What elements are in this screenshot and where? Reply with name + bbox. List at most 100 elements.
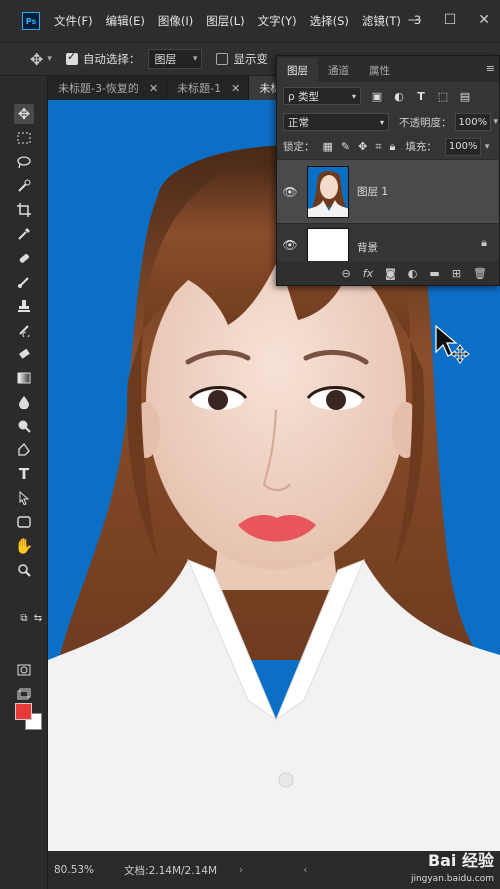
- lasso-icon[interactable]: [14, 152, 34, 172]
- link-layers-icon[interactable]: ⊖: [342, 267, 351, 280]
- foreground-color-swatch[interactable]: [15, 703, 32, 720]
- zoom-level[interactable]: 80.53%: [54, 864, 94, 876]
- shape-icon[interactable]: [14, 512, 34, 532]
- eye-icon[interactable]: 👁︎: [277, 185, 303, 199]
- window-controls: — ☐ ✕: [408, 12, 490, 28]
- tab-document-1[interactable]: 未标题-1 ✕: [167, 76, 250, 100]
- chevron-left-icon[interactable]: ‹: [303, 864, 307, 876]
- zoom-icon[interactable]: [14, 560, 34, 580]
- quick-select-icon[interactable]: [14, 176, 34, 196]
- tab-properties[interactable]: 属性: [359, 58, 400, 82]
- healing-icon[interactable]: [14, 248, 34, 268]
- opacity-input[interactable]: 100%: [454, 113, 491, 131]
- eye-icon[interactable]: 👁︎: [277, 238, 303, 252]
- menu-filter[interactable]: 滤镜(T): [362, 13, 401, 29]
- filter-pixel-icon[interactable]: ▣: [371, 90, 383, 103]
- add-mask-icon[interactable]: ◙: [385, 267, 396, 280]
- lock-all-icon[interactable]: 🔒︎: [390, 140, 396, 154]
- group-folder-icon[interactable]: ▬: [429, 267, 439, 280]
- fill-input[interactable]: 100%: [444, 137, 481, 156]
- menu-file[interactable]: 文件(F): [54, 13, 93, 29]
- auto-select-checkbox[interactable]: [65, 50, 78, 65]
- filter-shape-icon[interactable]: ⬚: [437, 90, 449, 103]
- new-layer-icon[interactable]: ⊞: [452, 267, 461, 280]
- opacity-label: 不透明度：: [399, 116, 452, 129]
- chevron-right-icon[interactable]: ›: [239, 864, 243, 876]
- menu-image[interactable]: 图像(I): [158, 13, 193, 29]
- minimize-button[interactable]: —: [408, 12, 422, 28]
- tools-panel: ✥ T ✋ ⧉ ⇆: [0, 76, 48, 889]
- panel-tabs: 图层 通道 属性: [277, 56, 499, 82]
- fx-icon[interactable]: fx: [363, 267, 373, 280]
- watermark-url: jingyan.baidu.com: [410, 874, 494, 884]
- stamp-icon[interactable]: [14, 296, 34, 316]
- layer-name[interactable]: 图层 1: [357, 184, 388, 199]
- blend-mode-dropdown[interactable]: 正常 ▾: [283, 113, 389, 131]
- lock-position-icon[interactable]: ✥: [358, 140, 367, 153]
- maximize-button[interactable]: ☐: [444, 12, 457, 28]
- layer-filter-row: ρ 类型 ▾ ▣ ◐ T ⬚ ▤: [277, 82, 499, 110]
- auto-select-value: 图层: [154, 53, 177, 66]
- auto-select-label: 自动选择：: [82, 52, 141, 66]
- lock-image-icon[interactable]: ✎: [341, 140, 350, 153]
- move-tool-preset-icon[interactable]: ✥: [30, 50, 43, 69]
- lock-row: 锁定： ▦ ✎ ✥ ⌗ 🔒︎ 填充： 100% ▾: [277, 134, 499, 160]
- show-transform-checkbox[interactable]: [216, 53, 229, 65]
- menu-type[interactable]: 文字(Y): [258, 13, 297, 29]
- path-select-icon[interactable]: [14, 488, 34, 508]
- layer-name[interactable]: 背景: [357, 240, 378, 255]
- chevron-down-icon: ▾: [351, 91, 356, 101]
- menu-select[interactable]: 选择(S): [310, 13, 349, 29]
- brush-icon[interactable]: [14, 272, 34, 292]
- layer-row-layer1[interactable]: 👁︎ 图层 1: [277, 160, 499, 224]
- crop-icon[interactable]: [14, 200, 34, 220]
- close-icon[interactable]: ✕: [231, 82, 240, 95]
- lock-artboard-icon[interactable]: ⌗: [375, 140, 381, 154]
- adjustment-layer-icon[interactable]: ◐: [408, 267, 418, 280]
- close-icon[interactable]: ✕: [149, 82, 158, 95]
- tab-label: 未标题-3-恢复的: [58, 82, 139, 95]
- lock-label: 锁定：: [283, 141, 315, 153]
- gradient-icon[interactable]: [14, 368, 34, 388]
- lock-icon: 🔒︎: [481, 236, 487, 249]
- dodge-icon[interactable]: [14, 416, 34, 436]
- show-transform-label: 显示变: [233, 52, 268, 66]
- document-size-info[interactable]: 文档:2.14M/2.14M: [124, 863, 217, 878]
- eyedropper-icon[interactable]: [14, 224, 34, 244]
- filter-label: ρ 类型: [288, 90, 320, 103]
- quick-mask-icon[interactable]: [14, 660, 34, 680]
- marquee-icon[interactable]: [14, 128, 34, 148]
- panel-menu-icon[interactable]: ≡: [486, 62, 495, 75]
- swap-colors-icon[interactable]: ⇆: [28, 608, 48, 628]
- type-icon[interactable]: T: [14, 464, 34, 484]
- eraser-icon[interactable]: [14, 344, 34, 364]
- close-button[interactable]: ✕: [478, 12, 490, 28]
- layer-filter-dropdown[interactable]: ρ 类型 ▾: [283, 87, 361, 105]
- watermark-brand: Bai 经验: [427, 851, 494, 870]
- move-cursor-icon: [434, 324, 474, 375]
- layer-row-background[interactable]: 👁︎ 背景 🔒︎: [277, 224, 499, 264]
- pen-icon[interactable]: [14, 440, 34, 460]
- menu-edit[interactable]: 编辑(E): [106, 13, 145, 29]
- auto-select-dropdown[interactable]: 图层 ▾: [148, 49, 203, 69]
- filter-type-icon[interactable]: T: [415, 90, 427, 103]
- tab-document-3[interactable]: 未标题-3-恢复的 ✕: [48, 76, 168, 100]
- history-brush-icon[interactable]: [14, 320, 34, 340]
- chevron-down-icon[interactable]: ▾: [485, 142, 490, 152]
- chevron-down-icon[interactable]: ▾: [494, 117, 499, 127]
- filter-adjustment-icon[interactable]: ◐: [393, 90, 405, 103]
- move-icon[interactable]: ✥: [14, 104, 34, 124]
- lock-transparent-icon[interactable]: ▦: [323, 140, 333, 153]
- blur-icon[interactable]: [14, 392, 34, 412]
- layer-thumbnail: [307, 165, 349, 218]
- menu-layer[interactable]: 图层(L): [206, 13, 244, 29]
- blend-row: 正常 ▾ 不透明度： 100% ▾: [277, 110, 499, 134]
- layers-panel-footer: ⊖ fx ◙ ◐ ▬ ⊞ 🗑︎: [277, 261, 499, 285]
- trash-icon[interactable]: 🗑︎: [473, 267, 487, 280]
- tab-layers[interactable]: 图层: [277, 58, 318, 82]
- filter-smart-object-icon[interactable]: ▤: [459, 90, 471, 103]
- chevron-down-icon[interactable]: ▾: [47, 54, 52, 64]
- hand-icon[interactable]: ✋: [14, 536, 34, 556]
- tab-channels[interactable]: 通道: [318, 58, 359, 82]
- screen-mode-icon[interactable]: [14, 684, 34, 704]
